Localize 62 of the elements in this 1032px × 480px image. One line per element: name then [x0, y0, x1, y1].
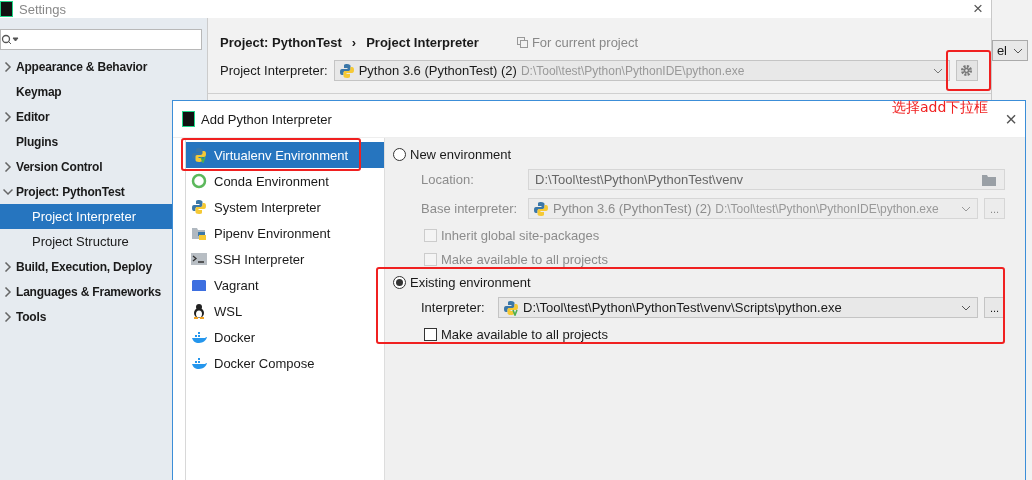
breadcrumb-item[interactable]: Project Interpreter: [366, 34, 479, 50]
python-venv-icon: [191, 147, 207, 163]
ring-icon: [191, 173, 207, 189]
scope-note: For current project: [531, 34, 639, 50]
dropdown[interactable]: el: [991, 40, 1028, 61]
python-icon: [338, 62, 355, 79]
chevron-down-icon: [961, 304, 971, 311]
whale-icon: [191, 355, 207, 371]
checkbox[interactable]: [424, 327, 437, 341]
field-label: Interpreter:: [421, 300, 486, 315]
folder-icon: [982, 173, 998, 186]
list-item[interactable]: Virtualenv Environment: [186, 142, 384, 168]
terminal-icon: [191, 251, 207, 267]
cube-icon: [191, 277, 207, 293]
whale-icon: [191, 329, 207, 345]
chevron-right-icon[interactable]: [4, 311, 12, 322]
radio-label: Existing environment: [410, 274, 531, 290]
checkbox-label: Make available to all projects: [441, 251, 608, 267]
python-icon: [191, 199, 207, 215]
python-venv-icon: [503, 299, 519, 316]
penguin-icon: [191, 303, 207, 319]
field-label: Base interpreter:: [421, 201, 519, 216]
tree-item[interactable]: Keymap: [0, 79, 207, 104]
list-item[interactable]: Docker Compose: [186, 350, 384, 376]
field-label: Project Interpreter:: [220, 63, 328, 78]
radio-label: New environment: [410, 146, 512, 162]
highlight-frame: [946, 50, 991, 91]
dialog-title: Add Python Interpreter: [201, 111, 332, 127]
chevron-down-icon: [961, 205, 971, 212]
app-logo-icon: [182, 111, 195, 127]
folder-python-icon: [191, 225, 207, 241]
breadcrumb-item[interactable]: Project: PythonTest: [220, 34, 342, 50]
close-button[interactable]: ×: [964, 1, 991, 17]
chevron-right-icon[interactable]: [4, 286, 12, 297]
checkbox-label: Inherit global site-packages: [441, 227, 600, 243]
settings-button[interactable]: [955, 60, 978, 81]
chevron-right-icon[interactable]: [4, 261, 12, 272]
interpreter-dropdown[interactable]: Python 3.6 (PythonTest) (2) D:\Tool\test\Python\PythonIDE\python.exe: [333, 60, 950, 81]
chevron-down-icon[interactable]: [3, 187, 13, 196]
search-icon: [1, 33, 19, 46]
window-title: Settings: [19, 1, 66, 17]
close-button[interactable]: ×: [997, 111, 1025, 127]
field-label: Location:: [421, 172, 475, 187]
copy-icon: [516, 36, 528, 48]
location-field[interactable]: D:\Tool\test\Python\PythonTest\venv: [528, 169, 1005, 190]
search-field[interactable]: [0, 29, 202, 50]
chevron-right-icon[interactable]: [4, 111, 12, 122]
interpreter-dropdown[interactable]: D:\Tool\test\Python\PythonTest\venv\Scripts\python.exe: [498, 297, 978, 318]
gear-icon: [960, 64, 974, 77]
checkbox-label: Make available to all projects: [441, 326, 608, 342]
chevron-right-icon[interactable]: [4, 61, 12, 72]
tree-item[interactable]: Appearance & Behavior: [0, 54, 207, 79]
annotation-text: 选择add下拉框: [892, 99, 989, 117]
app-logo-icon: [0, 1, 13, 17]
browse-button[interactable]: ...: [984, 297, 1005, 318]
python-icon: [533, 200, 549, 217]
breadcrumb-separator: ›: [351, 34, 357, 50]
chevron-right-icon[interactable]: [4, 161, 12, 172]
radio-button[interactable]: [393, 147, 406, 161]
chevron-down-icon: [932, 67, 943, 74]
radio-button[interactable]: [393, 275, 406, 289]
chevron-down-icon: [1013, 47, 1023, 54]
